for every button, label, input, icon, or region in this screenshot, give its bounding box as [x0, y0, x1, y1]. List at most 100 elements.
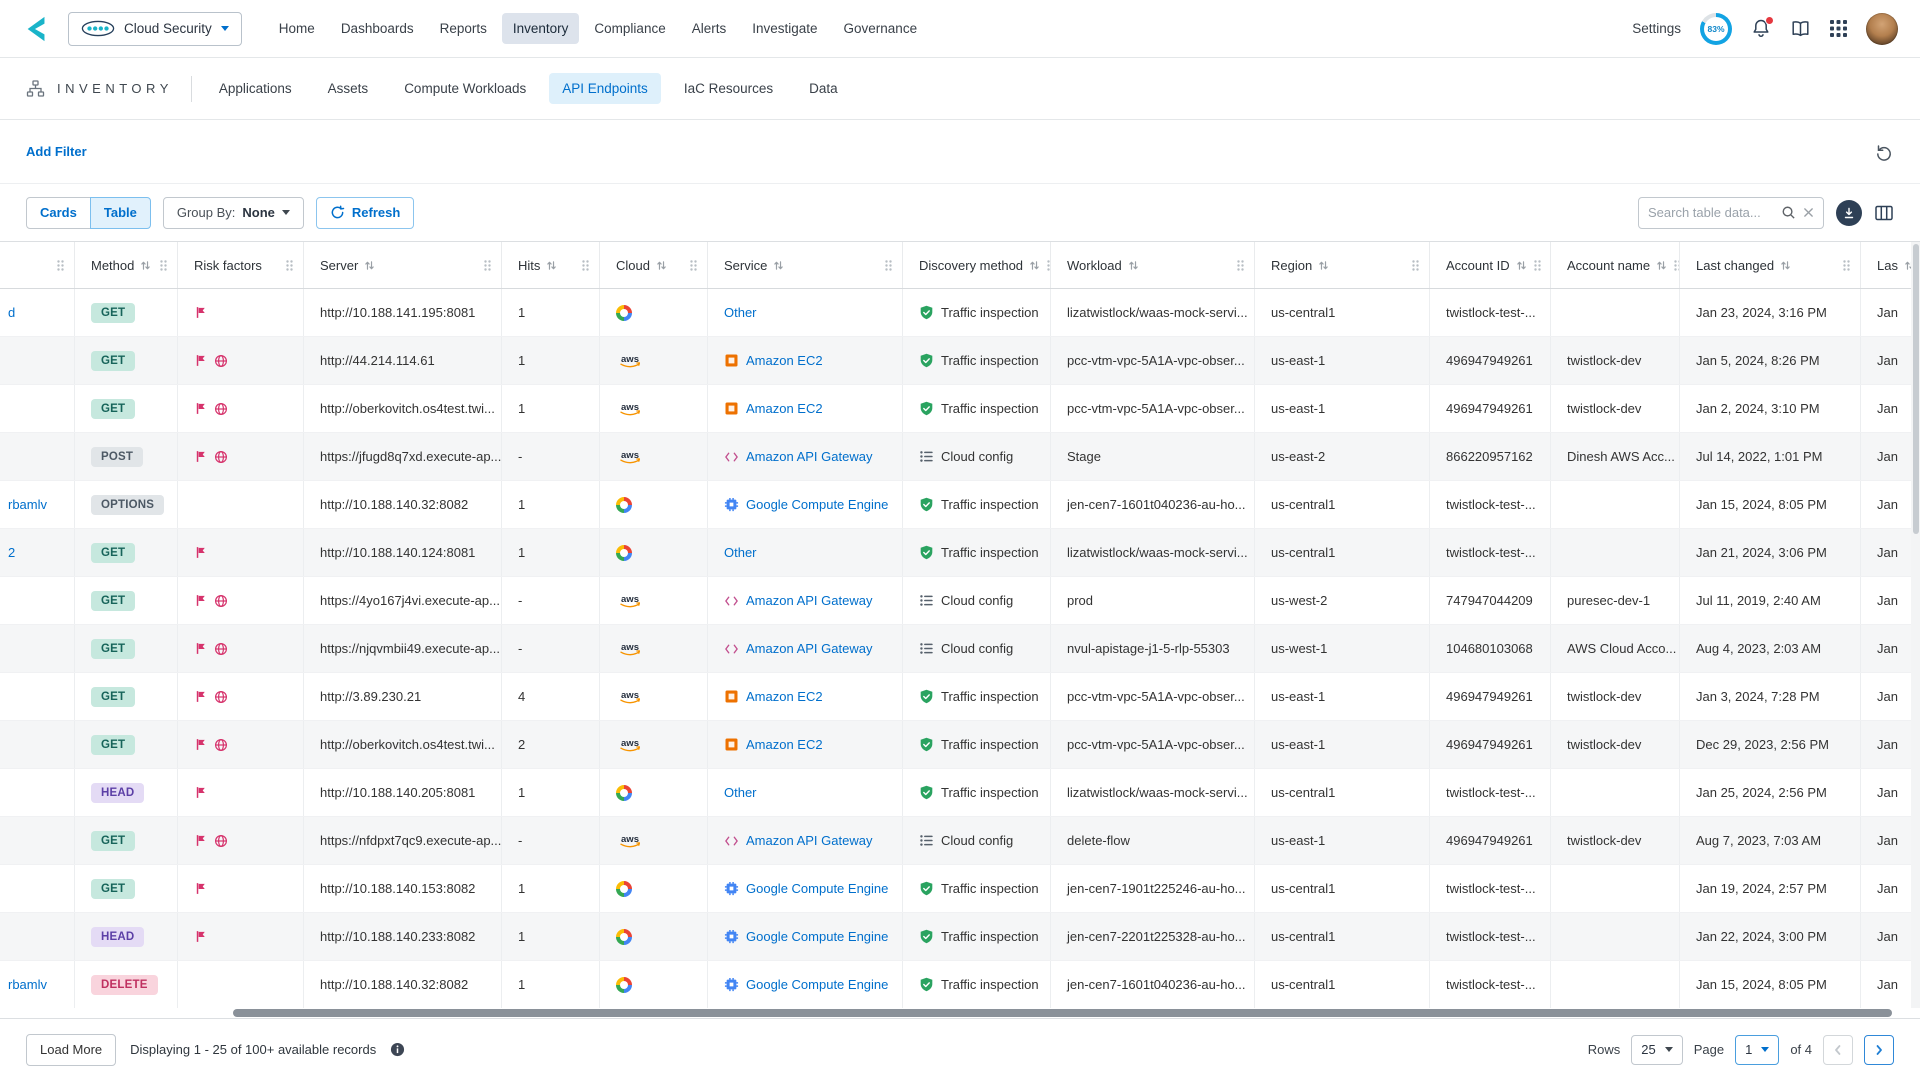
nav-reports[interactable]: Reports: [429, 13, 498, 44]
table-row[interactable]: HEADhttp://10.188.140.205:80811OtherTraf…: [0, 769, 1920, 817]
service-link[interactable]: Amazon EC2: [746, 353, 823, 368]
nav-governance[interactable]: Governance: [833, 13, 929, 44]
table-row[interactable]: GEThttps://4yo167j4vi.execute-ap...-awsA…: [0, 577, 1920, 625]
drag-handle-icon[interactable]: [884, 259, 893, 272]
nav-investigate[interactable]: Investigate: [741, 13, 828, 44]
app-switcher-icon[interactable]: [1830, 20, 1847, 37]
column-header-last_changed[interactable]: Last changed: [1680, 242, 1861, 288]
service-link[interactable]: Google Compute Engine: [746, 497, 888, 512]
endpoint-link-fragment[interactable]: 2: [8, 545, 15, 560]
previous-page-button[interactable]: [1823, 1035, 1853, 1065]
nav-home[interactable]: Home: [268, 13, 326, 44]
table-row[interactable]: GEThttp://10.188.140.153:80821Google Com…: [0, 865, 1920, 913]
download-icon[interactable]: [1836, 200, 1862, 226]
column-header-risks[interactable]: Risk factors: [178, 242, 304, 288]
sort-icon[interactable]: [1516, 260, 1527, 271]
table-row[interactable]: dGEThttp://10.188.141.195:80811OtherTraf…: [0, 289, 1920, 337]
clear-search-icon[interactable]: [1803, 207, 1814, 218]
sort-icon[interactable]: [364, 260, 375, 271]
drag-handle-icon[interactable]: [159, 259, 168, 272]
prisma-cloud-logo-icon[interactable]: [22, 15, 52, 43]
docs-book-icon[interactable]: [1790, 19, 1811, 38]
risk-flag-icon[interactable]: [194, 882, 207, 895]
service-link[interactable]: Other: [724, 305, 757, 320]
nav-dashboards[interactable]: Dashboards: [330, 13, 425, 44]
table-row[interactable]: 2GEThttp://10.188.140.124:80811OtherTraf…: [0, 529, 1920, 577]
endpoint-link-fragment[interactable]: rbamlv: [8, 497, 47, 512]
profile-progress-badge[interactable]: 83%: [1700, 13, 1732, 45]
drag-handle-icon[interactable]: [1842, 259, 1851, 272]
internet-exposed-icon[interactable]: [214, 834, 228, 848]
rows-per-page-select[interactable]: 25: [1631, 1035, 1682, 1065]
column-settings-icon[interactable]: [1874, 204, 1894, 222]
service-link[interactable]: Google Compute Engine: [746, 977, 888, 992]
horizontal-scrollbar-thumb[interactable]: [233, 1009, 1892, 1017]
service-link[interactable]: Other: [724, 785, 757, 800]
sort-icon[interactable]: [546, 260, 557, 271]
table-row[interactable]: POSThttps://jfugd8q7xd.execute-ap...-aws…: [0, 433, 1920, 481]
column-header-server[interactable]: Server: [304, 242, 502, 288]
column-header-cloud[interactable]: Cloud: [600, 242, 708, 288]
risk-flag-icon[interactable]: [194, 930, 207, 943]
search-input[interactable]: [1648, 205, 1774, 220]
internet-exposed-icon[interactable]: [214, 354, 228, 368]
nav-alerts[interactable]: Alerts: [681, 13, 738, 44]
product-selector[interactable]: Cloud Security: [68, 12, 242, 46]
risk-flag-icon[interactable]: [194, 594, 207, 607]
table-row[interactable]: GEThttp://oberkovitch.os4test.twi...2aws…: [0, 721, 1920, 769]
column-header-endpoint[interactable]: [0, 242, 75, 288]
service-link[interactable]: Amazon API Gateway: [746, 833, 872, 848]
drag-handle-icon[interactable]: [689, 259, 698, 272]
sort-icon[interactable]: [656, 260, 667, 271]
load-more-button[interactable]: Load More: [26, 1034, 116, 1066]
column-header-region[interactable]: Region: [1255, 242, 1430, 288]
service-link[interactable]: Google Compute Engine: [746, 929, 888, 944]
nav-inventory[interactable]: Inventory: [502, 13, 580, 44]
risk-flag-icon[interactable]: [194, 690, 207, 703]
table-row[interactable]: HEADhttp://10.188.140.233:80821Google Co…: [0, 913, 1920, 961]
service-link[interactable]: Amazon API Gateway: [746, 641, 872, 656]
column-header-account_id[interactable]: Account ID: [1430, 242, 1551, 288]
internet-exposed-icon[interactable]: [214, 402, 228, 416]
column-header-account_name[interactable]: Account name: [1551, 242, 1680, 288]
risk-flag-icon[interactable]: [194, 642, 207, 655]
table-row[interactable]: rbamlvDELETEhttp://10.188.140.32:80821Go…: [0, 961, 1920, 1009]
search-icon[interactable]: [1781, 205, 1796, 220]
risk-flag-icon[interactable]: [194, 306, 207, 319]
internet-exposed-icon[interactable]: [214, 642, 228, 656]
table-row[interactable]: GEThttps://nfdpxt7qc9.execute-ap...-awsA…: [0, 817, 1920, 865]
cards-view-button[interactable]: Cards: [26, 197, 91, 229]
drag-handle-icon[interactable]: [581, 259, 590, 272]
column-header-method[interactable]: Method: [75, 242, 178, 288]
drag-handle-icon[interactable]: [1236, 259, 1245, 272]
tab-api-endpoints[interactable]: API Endpoints: [549, 73, 661, 104]
sort-icon[interactable]: [773, 260, 784, 271]
sort-icon[interactable]: [140, 260, 151, 271]
risk-flag-icon[interactable]: [194, 450, 207, 463]
table-row[interactable]: GEThttp://oberkovitch.os4test.twi...1aws…: [0, 385, 1920, 433]
drag-handle-icon[interactable]: [285, 259, 294, 272]
sort-icon[interactable]: [1780, 260, 1791, 271]
next-page-button[interactable]: [1864, 1035, 1894, 1065]
service-link[interactable]: Amazon API Gateway: [746, 449, 872, 464]
service-link[interactable]: Other: [724, 545, 757, 560]
risk-flag-icon[interactable]: [194, 354, 207, 367]
tab-compute-workloads[interactable]: Compute Workloads: [391, 73, 539, 104]
table-row[interactable]: GEThttp://44.214.114.611awsAmazon EC2Tra…: [0, 337, 1920, 385]
add-filter-button[interactable]: Add Filter: [26, 144, 87, 159]
internet-exposed-icon[interactable]: [214, 450, 228, 464]
table-view-button[interactable]: Table: [90, 197, 151, 229]
sort-icon[interactable]: [1318, 260, 1329, 271]
tab-applications[interactable]: Applications: [206, 73, 305, 104]
settings-link[interactable]: Settings: [1632, 21, 1681, 36]
risk-flag-icon[interactable]: [194, 786, 207, 799]
service-link[interactable]: Amazon EC2: [746, 689, 823, 704]
nav-compliance[interactable]: Compliance: [583, 13, 676, 44]
horizontal-scrollbar[interactable]: [0, 1008, 1920, 1018]
table-row[interactable]: GEThttps://njqvmbii49.execute-ap...-awsA…: [0, 625, 1920, 673]
drag-handle-icon[interactable]: [1533, 259, 1542, 272]
info-icon[interactable]: [390, 1042, 405, 1057]
reset-filters-icon[interactable]: [1874, 142, 1894, 162]
endpoint-link-fragment[interactable]: rbamlv: [8, 977, 47, 992]
tab-data[interactable]: Data: [796, 73, 851, 104]
